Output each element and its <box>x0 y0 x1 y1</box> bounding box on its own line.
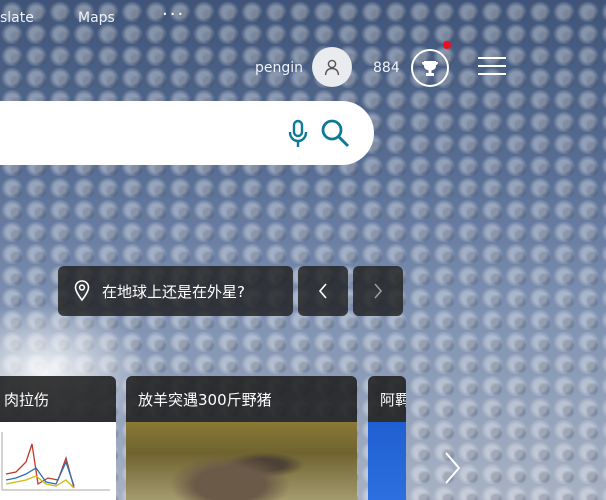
chart-thumbnail <box>1 432 110 491</box>
location-text: 在地球上还是在外星? <box>102 282 245 301</box>
previous-image-button[interactable] <box>298 266 348 316</box>
user-icon <box>324 59 340 76</box>
hamburger-menu-icon[interactable] <box>478 57 506 79</box>
search-bar <box>0 101 374 165</box>
next-image-button[interactable] <box>353 266 403 316</box>
rewards-button[interactable] <box>411 49 449 87</box>
news-card[interactable]: 肉拉伤 <box>0 376 116 500</box>
nav-link-maps[interactable]: Maps <box>78 10 115 26</box>
search-icon[interactable] <box>320 118 350 148</box>
news-card-image <box>0 422 116 500</box>
news-card[interactable]: 放羊突遇300斤野猪 <box>126 376 357 500</box>
search-input[interactable] <box>10 117 234 149</box>
news-card[interactable]: 阿羁 <box>368 376 406 500</box>
location-pin-icon <box>74 280 90 302</box>
chevron-right-icon <box>374 283 383 299</box>
avatar[interactable] <box>312 47 352 87</box>
news-card-image <box>126 422 357 500</box>
notification-dot <box>443 41 451 49</box>
rewards-points[interactable]: 884 <box>373 60 400 76</box>
more-options-icon[interactable]: ··· <box>162 4 185 25</box>
user-name[interactable]: pengin <box>255 60 303 76</box>
news-next-chevron-icon[interactable] <box>441 450 463 486</box>
news-card-title: 肉拉伤 <box>0 376 116 422</box>
nav-link-translate[interactable]: slate <box>0 10 34 26</box>
news-card-image <box>368 422 406 500</box>
image-location-caption[interactable]: 在地球上还是在外星? <box>58 266 293 316</box>
news-card-title: 放羊突遇300斤野猪 <box>126 376 357 422</box>
news-card-title: 阿羁 <box>368 376 406 422</box>
trophy-icon <box>422 61 438 76</box>
chevron-left-icon <box>318 283 327 299</box>
microphone-icon[interactable] <box>288 119 308 149</box>
